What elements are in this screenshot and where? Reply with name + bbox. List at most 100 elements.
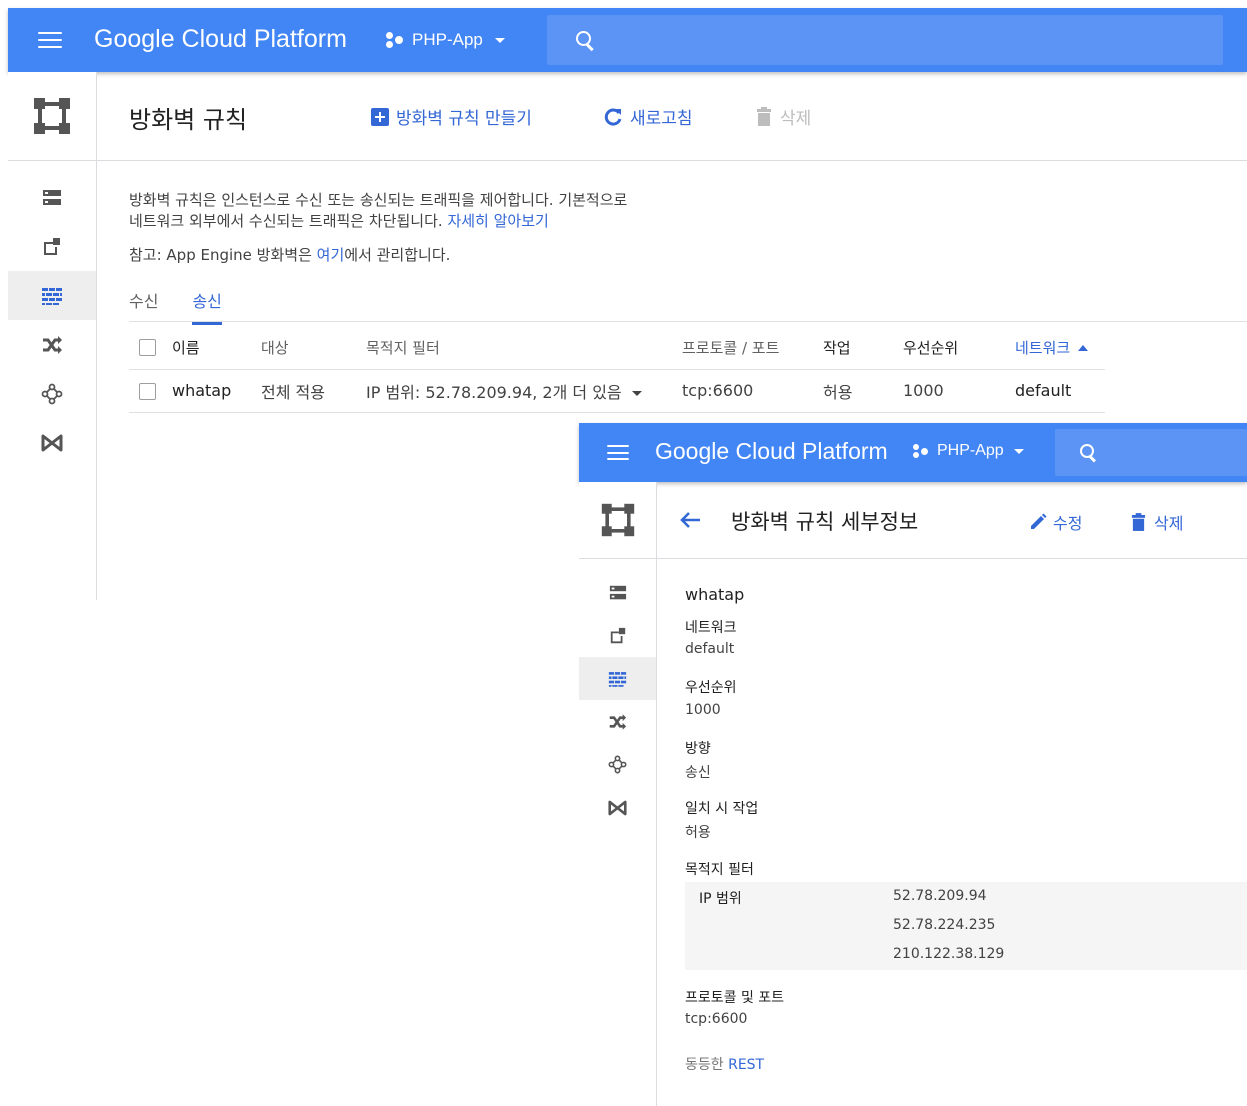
table-header-row: 이름 대상 목적지 필터 프로토콜 / 포트 작업 우선순위 네트워크 bbox=[129, 326, 1105, 370]
direction-value: 송신 bbox=[685, 765, 711, 781]
col-priority[interactable]: 우선순위 bbox=[903, 326, 1015, 370]
col-target[interactable]: 대상 bbox=[261, 326, 366, 370]
equivalent-rest-prefix: 동등한 bbox=[685, 1057, 724, 1073]
cell-filter-wrap: IP 범위: 52.78.209.94, 2개 더 있음 bbox=[366, 369, 682, 413]
tab-egress[interactable]: 송신 bbox=[192, 288, 222, 325]
top-app-bar: Google Cloud Platform PHP-App #win1 .mag… bbox=[8, 8, 1247, 72]
app-engine-note: 참고: App Engine 방화벽은 여기에서 관리합니다. bbox=[129, 245, 450, 266]
table-row[interactable]: whatap 전체 적용 IP 범위: 52.78.209.94, 2개 더 있… bbox=[129, 369, 1105, 413]
equivalent-rest: 동등한 REST bbox=[685, 1054, 764, 1074]
network-value: default bbox=[685, 641, 735, 657]
nav-firewall-icon[interactable] bbox=[8, 271, 96, 320]
cell-priority: 1000 bbox=[903, 369, 1015, 413]
cell-action: 허용 bbox=[823, 369, 903, 413]
project-selector[interactable]: PHP-App bbox=[386, 30, 505, 50]
tab-ingress[interactable]: 수신 bbox=[129, 288, 158, 325]
description: 방화벽 규칙은 인스턴스로 수신 또는 송신되는 트래픽을 제어합니다. 기본적… bbox=[129, 190, 627, 232]
nav-firewall-icon[interactable] bbox=[579, 657, 656, 700]
create-label: 방화벽 규칙 만들기 bbox=[396, 109, 532, 129]
ip-range-value-3: 210.122.38.129 bbox=[893, 946, 1005, 962]
create-firewall-rule-button[interactable]: 방화벽 규칙 만들기 bbox=[371, 104, 532, 129]
nav-routes-icon[interactable] bbox=[579, 700, 656, 743]
back-arrow-icon[interactable] bbox=[679, 510, 701, 530]
pencil-icon bbox=[1029, 513, 1047, 531]
protocol-ports-value: tcp:6600 bbox=[685, 1011, 748, 1027]
description-line1: 방화벽 규칙은 인스턴스로 수신 또는 송신되는 트래픽을 제어합니다. 기본적… bbox=[129, 191, 628, 209]
delete-button-disabled[interactable]: 삭제 bbox=[756, 104, 811, 129]
col-action[interactable]: 작업 bbox=[823, 326, 903, 370]
ip-range-value-1: 52.78.209.94 bbox=[893, 888, 987, 904]
match-action-value: 허용 bbox=[685, 825, 711, 841]
vpc-network-logo-icon bbox=[8, 72, 96, 161]
col-network: 네트워크 bbox=[1015, 338, 1071, 357]
nav-routes-icon[interactable] bbox=[8, 320, 96, 369]
edit-button[interactable]: 수정 bbox=[1029, 510, 1082, 534]
nav-vpc-network-icon[interactable] bbox=[579, 743, 656, 786]
direction-tabs: 수신 송신 bbox=[129, 288, 222, 325]
trash-icon bbox=[1131, 512, 1146, 532]
search-input[interactable]: #win1 .mag::before{width:11px;height:11p… bbox=[547, 15, 1223, 65]
protocol-ports-label: 프로토콜 및 포트 bbox=[685, 990, 785, 1006]
expand-arrow-icon[interactable] bbox=[631, 390, 642, 396]
nav-compute-engine-icon[interactable] bbox=[8, 173, 96, 222]
learn-more-link[interactable]: 자세히 알아보기 bbox=[447, 212, 548, 230]
firewall-rules-table: 이름 대상 목적지 필터 프로토콜 / 포트 작업 우선순위 네트워크 what… bbox=[129, 326, 1105, 413]
search-icon: #win1 .mag::before{width:11px;height:11p… bbox=[576, 31, 594, 49]
note-prefix: 참고: App Engine 방화벽은 bbox=[129, 246, 312, 264]
delete-button[interactable]: 삭제 bbox=[1131, 510, 1183, 534]
col-name[interactable]: 이름 bbox=[172, 326, 261, 370]
ip-range-label: IP 범위 bbox=[699, 891, 742, 907]
page-header: 방화벽 규칙 세부정보 수정 삭제 bbox=[657, 482, 1247, 559]
cell-network[interactable]: default bbox=[1015, 369, 1105, 413]
note-suffix: 에서 관리합니다. bbox=[344, 246, 451, 264]
network-label: 네트워크 bbox=[685, 620, 737, 636]
firewall-rule-details-window: Google Cloud Platform PHP-App #win2 .mag… bbox=[579, 423, 1247, 1106]
rule-name: whatap bbox=[685, 585, 745, 604]
nav-vpc-network-icon[interactable] bbox=[8, 369, 96, 418]
delete-label: 삭제 bbox=[780, 109, 812, 129]
hamburger-icon[interactable] bbox=[607, 445, 629, 460]
col-filter[interactable]: 목적지 필터 bbox=[366, 326, 682, 370]
page-title: 방화벽 규칙 bbox=[129, 106, 248, 134]
ip-range-value-2: 52.78.224.235 bbox=[893, 917, 996, 933]
page-header: 방화벽 규칙 방화벽 규칙 만들기 새로고침 삭제 bbox=[97, 72, 1247, 161]
cell-target: 전체 적용 bbox=[261, 369, 366, 413]
nav-instance-template-icon[interactable] bbox=[8, 222, 96, 271]
refresh-button[interactable]: 새로고침 bbox=[603, 104, 693, 129]
nav-interconnect-icon[interactable] bbox=[8, 418, 96, 467]
search-icon: #win2 .mag::before{width:10px;height:10p… bbox=[1080, 444, 1097, 461]
edit-label: 수정 bbox=[1053, 514, 1083, 533]
nav-interconnect-icon[interactable] bbox=[579, 786, 656, 829]
priority-label: 우선순위 bbox=[685, 680, 737, 696]
hamburger-icon[interactable] bbox=[38, 32, 62, 48]
col-protocol[interactable]: 프로토콜 / 포트 bbox=[682, 326, 823, 370]
nav-compute-engine-icon[interactable] bbox=[579, 571, 656, 614]
select-all-cell bbox=[129, 326, 172, 370]
project-selector[interactable]: PHP-App bbox=[913, 442, 1024, 460]
chevron-down-icon bbox=[1013, 448, 1024, 454]
priority-value: 1000 bbox=[685, 702, 721, 718]
description-line2: 네트워크 외부에서 수신되는 트래픽은 차단됩니다. bbox=[129, 212, 443, 230]
col-network-header[interactable]: 네트워크 bbox=[1015, 326, 1105, 370]
delete-label: 삭제 bbox=[1154, 514, 1184, 533]
note-here-link[interactable]: 여기 bbox=[317, 246, 345, 264]
row-checkbox[interactable] bbox=[139, 383, 156, 400]
project-name: PHP-App bbox=[412, 30, 483, 49]
trash-icon bbox=[756, 106, 772, 127]
tabs-divider bbox=[129, 321, 1247, 322]
page-title: 방화벽 규칙 세부정보 bbox=[731, 510, 919, 534]
brand-title[interactable]: Google Cloud Platform bbox=[94, 25, 347, 54]
brand-title[interactable]: Google Cloud Platform bbox=[655, 438, 888, 465]
cell-protocol: tcp:6600 bbox=[682, 369, 823, 413]
project-dots-icon bbox=[913, 443, 930, 459]
direction-label: 방향 bbox=[685, 741, 711, 757]
search-input[interactable]: #win2 .mag::before{width:10px;height:10p… bbox=[1055, 429, 1247, 476]
select-all-checkbox[interactable] bbox=[139, 339, 156, 357]
rest-link[interactable]: REST bbox=[728, 1057, 764, 1073]
nav-instance-template-icon[interactable] bbox=[579, 614, 656, 657]
refresh-label: 새로고침 bbox=[630, 109, 693, 129]
ip-range-box: IP 범위 52.78.209.94 52.78.224.235 210.122… bbox=[685, 882, 1247, 970]
refresh-icon bbox=[603, 107, 623, 127]
cell-name[interactable]: whatap bbox=[172, 369, 261, 413]
project-dots-icon bbox=[386, 32, 404, 48]
